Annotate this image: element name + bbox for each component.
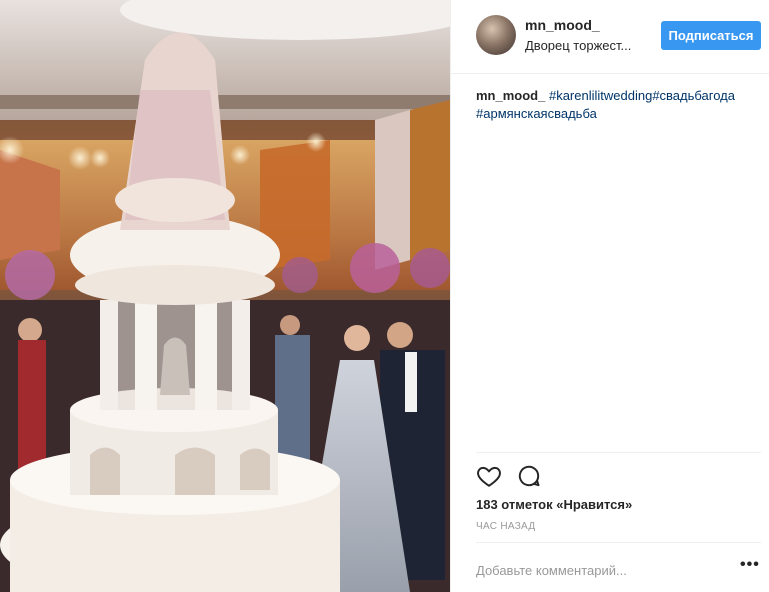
instagram-post: mn_mood_ Дворец торжест... Подписаться m…	[0, 0, 769, 592]
hashtag-link[interactable]: #свадьбагода	[652, 88, 735, 103]
heart-icon[interactable]	[476, 463, 502, 489]
location-link[interactable]: Дворец торжест...	[525, 38, 645, 53]
post-caption: mn_mood_ #karenlilitwedding#свадьбагода …	[476, 87, 761, 123]
likes-count[interactable]: 183 отметок «Нравится»	[476, 497, 632, 512]
post-side-panel: mn_mood_ Дворец торжест... Подписаться m…	[450, 0, 769, 592]
follow-button[interactable]: Подписаться	[661, 21, 761, 50]
comment-icon[interactable]	[516, 463, 542, 489]
caption-username-link[interactable]: mn_mood_	[476, 88, 545, 103]
comment-input[interactable]	[476, 557, 721, 583]
comment-form: •••	[476, 542, 761, 592]
username-link[interactable]: mn_mood_	[525, 17, 600, 33]
post-actions	[476, 452, 761, 492]
avatar[interactable]	[476, 15, 516, 55]
more-options-button[interactable]: •••	[740, 557, 762, 580]
post-timestamp[interactable]: ЧАС НАЗАД	[476, 521, 535, 532]
hashtag-link[interactable]: #karenlilitwedding	[549, 88, 652, 103]
post-photo[interactable]	[0, 0, 450, 592]
wedding-cake-photo	[0, 0, 450, 592]
post-header: mn_mood_ Дворец торжест... Подписаться	[451, 0, 769, 74]
hashtag-link[interactable]: #армянскаясвадьба	[476, 106, 597, 121]
